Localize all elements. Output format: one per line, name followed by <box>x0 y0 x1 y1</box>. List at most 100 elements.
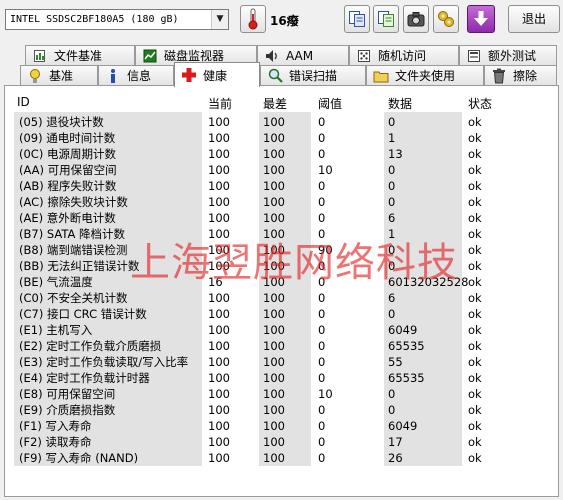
tab-label: 信息 <box>127 69 152 83</box>
cell-status: ok <box>468 339 482 353</box>
cell-status: ok <box>468 371 482 385</box>
cell-id: (C0) 不安全关机计数 <box>19 291 128 305</box>
cell-threshold: 0 <box>318 291 326 305</box>
tab-aam[interactable]: AAM <box>257 45 349 65</box>
cell-id: (AB) 程序失败计数 <box>19 179 117 193</box>
table-row[interactable]: (F2) 读取寿命 100 100 0 17 ok <box>5 434 558 450</box>
table-row[interactable]: (0C) 电源周期计数 100 100 0 13 ok <box>5 146 558 162</box>
tab-folder-usage[interactable]: 文件夹使用 <box>366 65 484 85</box>
table-row[interactable]: (E2) 定时工作负载介质磨损 100 100 0 65535 ok <box>5 338 558 354</box>
random-access-icon <box>356 48 372 64</box>
tab-health[interactable]: 健康 <box>174 62 260 87</box>
folder-icon <box>373 68 389 84</box>
cell-data: 6 <box>388 211 396 225</box>
toolbar: INTEL SSDSC2BF180A5 (180 gB) ▼ 16癈 退出 <box>0 0 563 40</box>
table-row[interactable]: (AB) 程序失败计数 100 100 0 0 ok <box>5 178 558 194</box>
header-worst[interactable]: 最差 <box>263 95 287 112</box>
cell-worst: 100 <box>263 115 285 129</box>
table-row[interactable]: (BB) 无法纠正错误计数 100 100 0 0 ok <box>5 258 558 274</box>
cell-id: (F1) 写入寿命 <box>19 419 92 433</box>
cell-threshold: 0 <box>318 115 326 129</box>
table-row[interactable]: (E9) 介质磨损指数 100 100 0 0 ok <box>5 402 558 418</box>
table-row[interactable]: (F9) 写入寿命 (NAND) 100 100 0 26 ok <box>5 450 558 466</box>
cell-data: 1 <box>388 227 396 241</box>
table-row[interactable]: (F1) 写入寿命 100 100 0 6049 ok <box>5 418 558 434</box>
cell-worst: 100 <box>263 291 285 305</box>
table-row[interactable]: (AE) 意外断电计数 100 100 0 6 ok <box>5 210 558 226</box>
chevron-down-icon[interactable]: ▼ <box>211 10 228 29</box>
cell-id: (E9) 介质磨损指数 <box>19 403 116 417</box>
thermometer-button[interactable] <box>240 5 266 33</box>
cell-worst: 100 <box>263 163 285 177</box>
drive-select-value: INTEL SSDSC2BF180A5 (180 gB) <box>10 14 179 25</box>
table-row[interactable]: (AC) 擦除失败块计数 100 100 0 0 ok <box>5 194 558 210</box>
cell-data: 6049 <box>388 323 418 337</box>
options-button[interactable] <box>433 5 459 33</box>
drive-select[interactable]: INTEL SSDSC2BF180A5 (180 gB) ▼ <box>5 9 229 30</box>
cell-threshold: 0 <box>318 435 326 449</box>
screenshot-button[interactable] <box>403 5 429 33</box>
tab-info[interactable]: 信息 <box>98 65 174 85</box>
cell-threshold: 0 <box>318 451 326 465</box>
table-row[interactable]: (E4) 定时工作负载计时器 100 100 0 65535 ok <box>5 370 558 386</box>
cell-worst: 100 <box>263 243 285 257</box>
table-row[interactable]: (B8) 端到端错误检测 100 100 90 0 ok <box>5 242 558 258</box>
cell-id: (B7) SATA 降档计数 <box>19 227 125 241</box>
extra-tests-icon <box>466 48 482 64</box>
exit-button[interactable]: 退出 <box>508 5 560 33</box>
tab-benchmark[interactable]: 基准 <box>20 65 98 85</box>
table-row[interactable]: (C7) 接口 CRC 错误计数 100 100 0 0 ok <box>5 306 558 322</box>
copy-all-button[interactable] <box>373 5 399 33</box>
magnifier-icon <box>267 68 283 84</box>
header-threshold[interactable]: 阈值 <box>318 95 342 112</box>
table-row[interactable]: (05) 退役块计数 100 100 0 0 ok <box>5 114 558 130</box>
cell-current: 100 <box>208 387 230 401</box>
cell-current: 100 <box>208 451 230 465</box>
table-row[interactable]: (E1) 主机写入 100 100 0 6049 ok <box>5 322 558 338</box>
cell-id: (E4) 定时工作负载计时器 <box>19 371 150 385</box>
cell-data: 0 <box>388 307 396 321</box>
cell-worst: 100 <box>263 339 285 353</box>
disk-monitor-icon <box>142 48 158 64</box>
cell-data: 0 <box>388 387 396 401</box>
copy-text-button[interactable] <box>344 5 370 33</box>
cell-worst: 100 <box>263 179 285 193</box>
thermometer-icon <box>248 8 258 30</box>
table-row[interactable]: (B7) SATA 降档计数 100 100 0 1 ok <box>5 226 558 242</box>
table-row[interactable]: (E8) 可用保留空间 100 100 10 0 ok <box>5 386 558 402</box>
cell-status: ok <box>468 387 482 401</box>
camera-icon <box>407 12 425 27</box>
cell-id: (0C) 电源周期计数 <box>19 147 116 161</box>
info-icon <box>105 68 121 84</box>
header-data[interactable]: 数据 <box>388 95 412 112</box>
cell-status: ok <box>468 195 482 209</box>
cell-worst: 100 <box>263 403 285 417</box>
table-row[interactable]: (BE) 气流温度 16 100 0 60132032528 ok <box>5 274 558 290</box>
header-id[interactable]: ID <box>17 95 30 109</box>
cell-worst: 100 <box>263 323 285 337</box>
cell-data: 0 <box>388 163 396 177</box>
table-row[interactable]: (AA) 可用保留空间 100 100 10 0 ok <box>5 162 558 178</box>
tab-label: 基准 <box>49 69 74 83</box>
cell-id: (AA) 可用保留空间 <box>19 163 117 177</box>
header-status[interactable]: 状态 <box>468 95 492 112</box>
health-panel: ID 当前 最差 阈值 数据 状态 (05) 退役块计数 100 100 0 0 ok (0… <box>4 85 559 497</box>
cell-id: (E8) 可用保留空间 <box>19 387 116 401</box>
tab-erase[interactable]: 擦除 <box>484 65 557 85</box>
download-button[interactable] <box>467 5 495 33</box>
smart-table: (05) 退役块计数 100 100 0 0 ok (09) 通电时间计数 100 100 0 1 o… <box>5 114 558 466</box>
table-row[interactable]: (C0) 不安全关机计数 100 100 0 6 ok <box>5 290 558 306</box>
cell-id: (E2) 定时工作负载介质磨损 <box>19 339 162 353</box>
table-row[interactable]: (09) 通电时间计数 100 100 0 1 ok <box>5 130 558 146</box>
cell-worst: 100 <box>263 227 285 241</box>
tab-error-scan[interactable]: 错误扫描 <box>260 65 366 85</box>
table-row[interactable]: (E3) 定时工作负载读取/写入比率 100 100 0 55 ok <box>5 354 558 370</box>
header-current[interactable]: 当前 <box>208 95 232 112</box>
cell-current: 100 <box>208 323 230 337</box>
cell-worst: 100 <box>263 147 285 161</box>
tab-extra-tests[interactable]: 额外测试 <box>459 45 557 65</box>
tab-file-benchmark[interactable]: 文件基准 <box>25 45 135 65</box>
tab-random-access[interactable]: 随机访问 <box>349 45 459 65</box>
cell-id: (AC) 擦除失败块计数 <box>19 195 128 209</box>
cell-threshold: 0 <box>318 195 326 209</box>
